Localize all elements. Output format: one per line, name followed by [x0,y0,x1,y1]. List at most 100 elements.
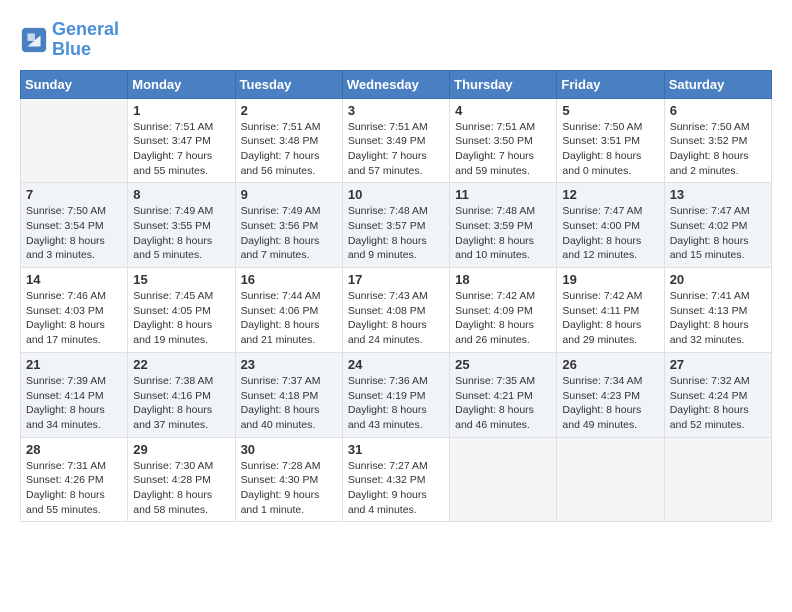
daylight: Daylight: 8 hours and 34 minutes. [26,403,122,432]
day-number: 1 [133,103,229,118]
sunset: Sunset: 3:51 PM [562,134,658,149]
sunrise: Sunrise: 7:39 AM [26,374,122,389]
header-day-sunday: Sunday [21,70,128,98]
day-number: 31 [348,442,444,457]
sunset: Sunset: 4:02 PM [670,219,766,234]
sunset: Sunset: 4:18 PM [241,389,337,404]
daylight: Daylight: 7 hours and 56 minutes. [241,149,337,178]
calendar-header: SundayMondayTuesdayWednesdayThursdayFrid… [21,70,772,98]
sunset: Sunset: 4:00 PM [562,219,658,234]
day-number: 19 [562,272,658,287]
day-number: 5 [562,103,658,118]
sunrise: Sunrise: 7:42 AM [562,289,658,304]
calendar-cell: 2 Sunrise: 7:51 AM Sunset: 3:48 PM Dayli… [235,98,342,183]
calendar-cell: 19 Sunrise: 7:42 AM Sunset: 4:11 PM Dayl… [557,268,664,353]
sunrise: Sunrise: 7:30 AM [133,459,229,474]
daylight: Daylight: 8 hours and 19 minutes. [133,318,229,347]
sunrise: Sunrise: 7:41 AM [670,289,766,304]
day-info: Sunrise: 7:35 AM Sunset: 4:21 PM Dayligh… [455,374,551,433]
calendar-cell [664,437,771,522]
calendar-cell: 17 Sunrise: 7:43 AM Sunset: 4:08 PM Dayl… [342,268,449,353]
day-info: Sunrise: 7:46 AM Sunset: 4:03 PM Dayligh… [26,289,122,348]
calendar-week-4: 21 Sunrise: 7:39 AM Sunset: 4:14 PM Dayl… [21,352,772,437]
sunset: Sunset: 3:55 PM [133,219,229,234]
day-number: 2 [241,103,337,118]
calendar-cell: 3 Sunrise: 7:51 AM Sunset: 3:49 PM Dayli… [342,98,449,183]
calendar-cell: 29 Sunrise: 7:30 AM Sunset: 4:28 PM Dayl… [128,437,235,522]
calendar-cell [450,437,557,522]
sunrise: Sunrise: 7:27 AM [348,459,444,474]
daylight: Daylight: 8 hours and 43 minutes. [348,403,444,432]
day-number: 17 [348,272,444,287]
day-number: 12 [562,187,658,202]
daylight: Daylight: 8 hours and 7 minutes. [241,234,337,263]
daylight: Daylight: 8 hours and 10 minutes. [455,234,551,263]
sunrise: Sunrise: 7:31 AM [26,459,122,474]
day-info: Sunrise: 7:49 AM Sunset: 3:56 PM Dayligh… [241,204,337,263]
sunset: Sunset: 4:06 PM [241,304,337,319]
sunset: Sunset: 4:14 PM [26,389,122,404]
daylight: Daylight: 7 hours and 59 minutes. [455,149,551,178]
sunrise: Sunrise: 7:49 AM [133,204,229,219]
day-info: Sunrise: 7:28 AM Sunset: 4:30 PM Dayligh… [241,459,337,518]
calendar-cell: 11 Sunrise: 7:48 AM Sunset: 3:59 PM Dayl… [450,183,557,268]
day-info: Sunrise: 7:43 AM Sunset: 4:08 PM Dayligh… [348,289,444,348]
daylight: Daylight: 8 hours and 58 minutes. [133,488,229,517]
day-number: 23 [241,357,337,372]
daylight: Daylight: 8 hours and 2 minutes. [670,149,766,178]
sunset: Sunset: 3:52 PM [670,134,766,149]
daylight: Daylight: 8 hours and 52 minutes. [670,403,766,432]
day-number: 13 [670,187,766,202]
day-number: 20 [670,272,766,287]
daylight: Daylight: 8 hours and 29 minutes. [562,318,658,347]
day-number: 29 [133,442,229,457]
day-number: 4 [455,103,551,118]
calendar-cell: 14 Sunrise: 7:46 AM Sunset: 4:03 PM Dayl… [21,268,128,353]
sunrise: Sunrise: 7:37 AM [241,374,337,389]
sunrise: Sunrise: 7:47 AM [670,204,766,219]
daylight: Daylight: 8 hours and 3 minutes. [26,234,122,263]
sunrise: Sunrise: 7:46 AM [26,289,122,304]
day-info: Sunrise: 7:47 AM Sunset: 4:02 PM Dayligh… [670,204,766,263]
calendar-cell: 16 Sunrise: 7:44 AM Sunset: 4:06 PM Dayl… [235,268,342,353]
day-info: Sunrise: 7:51 AM Sunset: 3:49 PM Dayligh… [348,120,444,179]
calendar-week-2: 7 Sunrise: 7:50 AM Sunset: 3:54 PM Dayli… [21,183,772,268]
daylight: Daylight: 7 hours and 57 minutes. [348,149,444,178]
day-info: Sunrise: 7:48 AM Sunset: 3:59 PM Dayligh… [455,204,551,263]
sunset: Sunset: 4:09 PM [455,304,551,319]
day-number: 8 [133,187,229,202]
sunrise: Sunrise: 7:35 AM [455,374,551,389]
sunset: Sunset: 4:23 PM [562,389,658,404]
day-info: Sunrise: 7:30 AM Sunset: 4:28 PM Dayligh… [133,459,229,518]
calendar-table: SundayMondayTuesdayWednesdayThursdayFrid… [20,70,772,523]
daylight: Daylight: 8 hours and 37 minutes. [133,403,229,432]
day-info: Sunrise: 7:49 AM Sunset: 3:55 PM Dayligh… [133,204,229,263]
day-info: Sunrise: 7:50 AM Sunset: 3:54 PM Dayligh… [26,204,122,263]
sunset: Sunset: 4:19 PM [348,389,444,404]
calendar-cell: 5 Sunrise: 7:50 AM Sunset: 3:51 PM Dayli… [557,98,664,183]
sunrise: Sunrise: 7:48 AM [348,204,444,219]
day-number: 28 [26,442,122,457]
calendar-cell: 30 Sunrise: 7:28 AM Sunset: 4:30 PM Dayl… [235,437,342,522]
daylight: Daylight: 8 hours and 32 minutes. [670,318,766,347]
day-number: 21 [26,357,122,372]
calendar-cell: 9 Sunrise: 7:49 AM Sunset: 3:56 PM Dayli… [235,183,342,268]
sunset: Sunset: 3:54 PM [26,219,122,234]
day-number: 11 [455,187,551,202]
sunset: Sunset: 3:59 PM [455,219,551,234]
day-number: 22 [133,357,229,372]
sunrise: Sunrise: 7:51 AM [455,120,551,135]
calendar-cell: 4 Sunrise: 7:51 AM Sunset: 3:50 PM Dayli… [450,98,557,183]
daylight: Daylight: 8 hours and 40 minutes. [241,403,337,432]
calendar-cell: 7 Sunrise: 7:50 AM Sunset: 3:54 PM Dayli… [21,183,128,268]
calendar-cell: 20 Sunrise: 7:41 AM Sunset: 4:13 PM Dayl… [664,268,771,353]
day-info: Sunrise: 7:47 AM Sunset: 4:00 PM Dayligh… [562,204,658,263]
sunset: Sunset: 4:28 PM [133,473,229,488]
daylight: Daylight: 8 hours and 17 minutes. [26,318,122,347]
header-day-monday: Monday [128,70,235,98]
day-number: 26 [562,357,658,372]
calendar-cell: 23 Sunrise: 7:37 AM Sunset: 4:18 PM Dayl… [235,352,342,437]
sunrise: Sunrise: 7:50 AM [670,120,766,135]
sunrise: Sunrise: 7:38 AM [133,374,229,389]
day-number: 14 [26,272,122,287]
